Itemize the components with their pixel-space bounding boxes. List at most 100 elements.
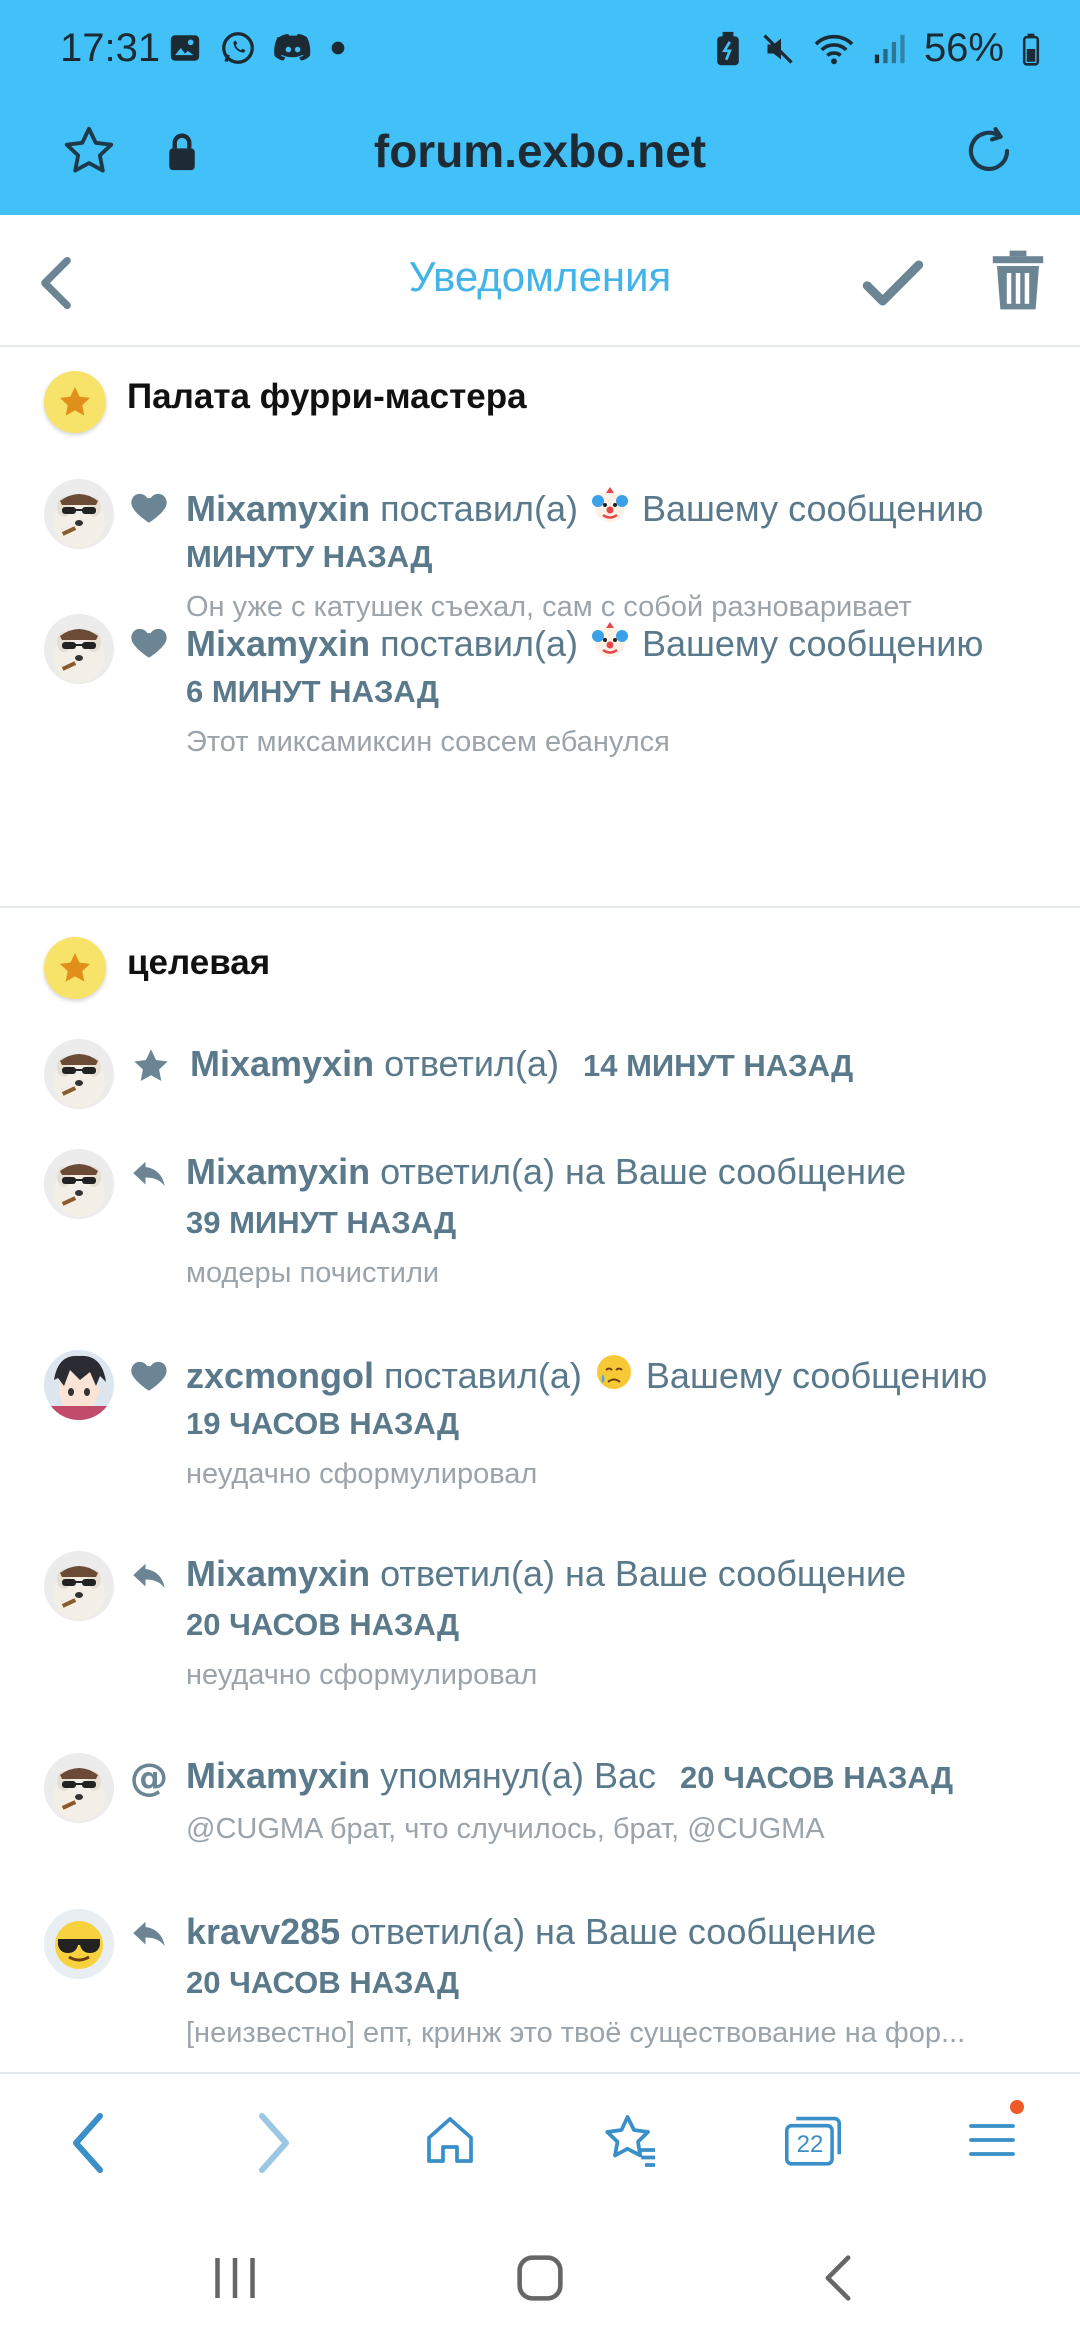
action-text: упомянул(а) Вас — [380, 1755, 656, 1796]
discussion-star-badge — [44, 371, 106, 433]
username[interactable]: Mixamyxin — [190, 1043, 374, 1084]
notification-item[interactable]: kravv285 ответил(а) на Ваше сообщение 20… — [0, 1893, 1080, 2049]
avatar[interactable] — [44, 1149, 114, 1219]
username[interactable]: Mixamyxin — [186, 1151, 370, 1192]
action-text: поставил(а) — [380, 623, 578, 664]
timestamp: 20 ЧАСОВ НАЗАД — [186, 1607, 460, 1642]
system-navigation-bar — [0, 2220, 1080, 2340]
avatar[interactable] — [44, 1909, 114, 1979]
notification-item[interactable]: Mixamyxin поставил(а) Вашему сообщению 6… — [0, 594, 1080, 794]
discussion-star-badge — [44, 937, 106, 999]
notification-item[interactable]: Mixamyxin ответил(а) 14 МИНУТ НАЗАД — [0, 1025, 1080, 1133]
excerpt: Этот миксамиксин совсем ебанулся — [186, 726, 670, 758]
address-bar[interactable]: forum.exbo.net — [0, 104, 1080, 215]
sad-face-emoji-icon — [594, 1352, 634, 1392]
bookmarks-icon[interactable] — [600, 2110, 660, 2170]
avatar[interactable] — [44, 479, 114, 549]
home-icon[interactable] — [422, 2112, 478, 2168]
tabs-count: 22 — [796, 2131, 824, 2158]
group-divider — [0, 906, 1080, 908]
reply-icon — [128, 1913, 170, 1955]
username[interactable]: Mixamyxin — [186, 1553, 370, 1594]
username[interactable]: zxcmongol — [186, 1355, 374, 1396]
status-system-icons: 56% — [714, 26, 1040, 71]
username[interactable]: Mixamyxin — [186, 623, 370, 664]
browser-back-icon[interactable] — [66, 2110, 110, 2176]
notification-item[interactable]: zxcmongol поставил(а) Вашему сообщению 1… — [0, 1334, 1080, 1490]
browser-topbar: 17:31 56% forum.exbo.net — [0, 0, 1080, 215]
battery-saver-icon — [717, 31, 739, 65]
notification-text: Mixamyxin поставил(а) Вашему сообщению — [186, 485, 1040, 530]
battery-icon — [1022, 33, 1040, 66]
timestamp: 20 ЧАСОВ НАЗАД — [186, 1965, 460, 2000]
heart-icon — [128, 621, 170, 663]
menu-button[interactable] — [964, 2100, 1024, 2168]
avatar[interactable] — [44, 1753, 114, 1823]
action-text: поставил(а) — [384, 1355, 582, 1396]
reload-icon[interactable] — [958, 120, 1020, 182]
group-title[interactable]: Палата фурри-мастера — [127, 377, 527, 417]
delete-trash-icon[interactable] — [990, 249, 1046, 311]
group-header[interactable]: целевая — [0, 913, 1080, 1025]
timestamp: 6 МИНУТ НАЗАД — [186, 674, 439, 709]
action-text: ответил(а) — [384, 1043, 559, 1084]
notification-text: zxcmongol поставил(а) Вашему сообщению — [186, 1352, 1040, 1397]
notifications-header: Уведомления — [0, 215, 1080, 347]
action-text: ответил(а) на Ваше сообщение — [350, 1911, 877, 1952]
url-text[interactable]: forum.exbo.net — [0, 124, 1080, 178]
timestamp: МИНУТУ НАЗАД — [186, 539, 433, 574]
clown-emoji-icon — [590, 620, 630, 660]
menu-hamburger-icon — [969, 2124, 1015, 2156]
whatsapp-icon — [222, 32, 254, 64]
action-text: ответил(а) на Ваше сообщение — [380, 1553, 907, 1594]
timestamp: 39 МИНУТ НАЗАД — [186, 1205, 457, 1240]
browser-toolbar: 22 — [0, 2072, 1080, 2222]
notification-text: kravv285 ответил(а) на Ваше сообщение — [186, 1911, 1040, 1953]
discord-icon — [274, 34, 311, 61]
action-text: поставил(а) — [380, 488, 578, 529]
notification-item[interactable]: Mixamyxin ответил(а) на Ваше сообщение 2… — [0, 1535, 1080, 1691]
timestamp: 14 МИНУТ НАЗАД — [582, 1048, 854, 1083]
system-back-icon[interactable] — [818, 2250, 858, 2306]
star-icon — [59, 952, 91, 982]
star-icon — [59, 386, 91, 416]
timestamp: 19 ЧАСОВ НАЗАД — [186, 1406, 460, 1441]
signal-icon — [874, 34, 905, 63]
recent-apps-icon[interactable] — [210, 2250, 260, 2306]
more-notifications-dot-icon — [331, 41, 345, 55]
mention-at-icon — [128, 1757, 170, 1799]
avatar[interactable] — [44, 1350, 114, 1420]
excerpt: [неизвестно] епт, кринж это твоё существ… — [186, 2017, 966, 2049]
menu-notification-dot — [1010, 2100, 1024, 2114]
notification-text: Mixamyxin упомянул(а) Вас 20 ЧАСОВ НАЗАД — [186, 1755, 1040, 1797]
avatar[interactable] — [44, 614, 114, 684]
avatar[interactable] — [44, 1551, 114, 1621]
action-text: ответил(а) на Ваше сообщение — [380, 1151, 907, 1192]
group-header[interactable]: Палата фурри-мастера — [0, 347, 1080, 459]
excerpt: неудачно сформулировал — [186, 1458, 538, 1490]
target-text: Вашему сообщению — [641, 488, 984, 529]
username[interactable]: Mixamyxin — [186, 488, 370, 529]
status-notification-icons — [168, 30, 346, 66]
username[interactable]: kravv285 — [186, 1911, 340, 1952]
browser-forward-icon[interactable] — [252, 2110, 296, 2176]
notifications-list: Палата фурри-мастера Mixamyxin поставил(… — [0, 347, 1080, 2072]
avatar[interactable] — [44, 1039, 114, 1109]
battery-percent: 56% — [923, 26, 1004, 70]
status-time: 17:31 — [60, 26, 161, 70]
tabs-button[interactable]: 22 — [782, 2110, 844, 2170]
notification-text: Mixamyxin поставил(а) Вашему сообщению — [186, 620, 1040, 665]
username[interactable]: Mixamyxin — [186, 1755, 370, 1796]
mute-icon — [763, 33, 793, 64]
notification-text: Mixamyxin ответил(а) на Ваше сообщение — [186, 1151, 1040, 1193]
home-button-icon[interactable] — [512, 2250, 568, 2306]
group-title[interactable]: целевая — [127, 943, 270, 983]
excerpt: неудачно сформулировал — [186, 1659, 538, 1691]
notification-group: Палата фурри-мастера Mixamyxin поставил(… — [0, 347, 1080, 907]
excerpt: @CUGMA брат, что случилось, брат, @CUGMA — [186, 1813, 825, 1845]
gallery-icon — [170, 35, 200, 61]
mark-all-read-check-icon[interactable] — [862, 255, 924, 311]
target-text: Вашему сообщению — [645, 1355, 988, 1396]
notification-item[interactable]: Mixamyxin ответил(а) на Ваше сообщение 3… — [0, 1133, 1080, 1289]
notification-item[interactable]: Mixamyxin упомянул(а) Вас 20 ЧАСОВ НАЗАД… — [0, 1737, 1080, 1847]
